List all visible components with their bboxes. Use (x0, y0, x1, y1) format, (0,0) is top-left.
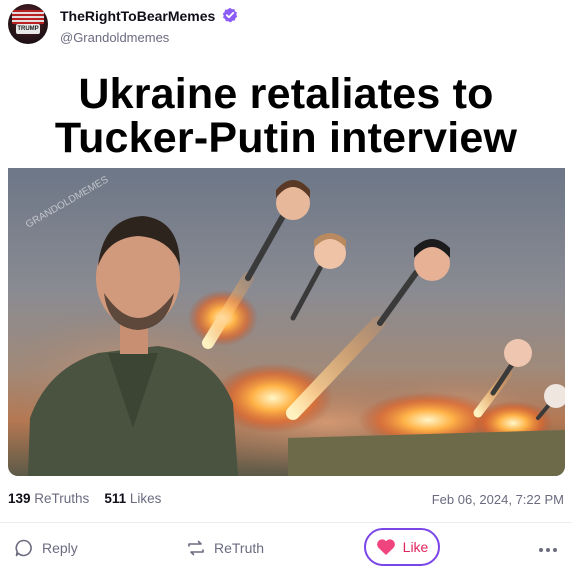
display-name[interactable]: TheRightToBearMemes (60, 8, 215, 24)
reply-button[interactable]: Reply (14, 528, 78, 568)
like-label: Like (402, 539, 429, 555)
more-horizontal-icon (539, 548, 557, 552)
avatar[interactable]: TRUMP (8, 4, 48, 44)
handle[interactable]: @Grandoldmemes (60, 30, 169, 45)
meme-photo-illustration: GRANDOLDMEMES (8, 174, 565, 476)
meme-photo: GRANDOLDMEMES (8, 168, 565, 476)
meme-headline-line1: Ukraine retaliates to (78, 70, 494, 118)
post-header: TRUMP TheRightToBearMemes @Grandoldmemes (0, 0, 572, 50)
verified-badge-icon (222, 7, 238, 23)
reply-label: Reply (42, 540, 78, 556)
likes-stat[interactable]: 511 Likes (104, 491, 161, 506)
post-stats: 139 ReTruths 511 Likes (8, 491, 161, 506)
actions-divider (0, 522, 572, 523)
more-options-button[interactable] (538, 540, 558, 558)
avatar-tag: TRUMP (16, 24, 40, 34)
watermark-text: GRANDOLDMEMES (24, 174, 111, 230)
heart-icon (376, 539, 395, 555)
post-timestamp[interactable]: Feb 06, 2024, 7:22 PM (432, 492, 564, 507)
retruth-button[interactable]: ReTruth (186, 528, 264, 568)
like-button[interactable]: Like (364, 528, 440, 566)
reply-icon (15, 539, 32, 557)
retruth-icon (188, 540, 204, 556)
meme-headline: Ukraine retaliates to Tucker-Putin inter… (0, 72, 572, 160)
avatar-flag-graphic (12, 10, 44, 24)
retruth-label: ReTruth (214, 540, 265, 556)
meme-image[interactable]: Ukraine retaliates to Tucker-Putin inter… (0, 50, 572, 476)
retruths-stat[interactable]: 139 ReTruths (8, 491, 89, 506)
meme-headline-line2: Tucker-Putin interview (54, 114, 518, 162)
